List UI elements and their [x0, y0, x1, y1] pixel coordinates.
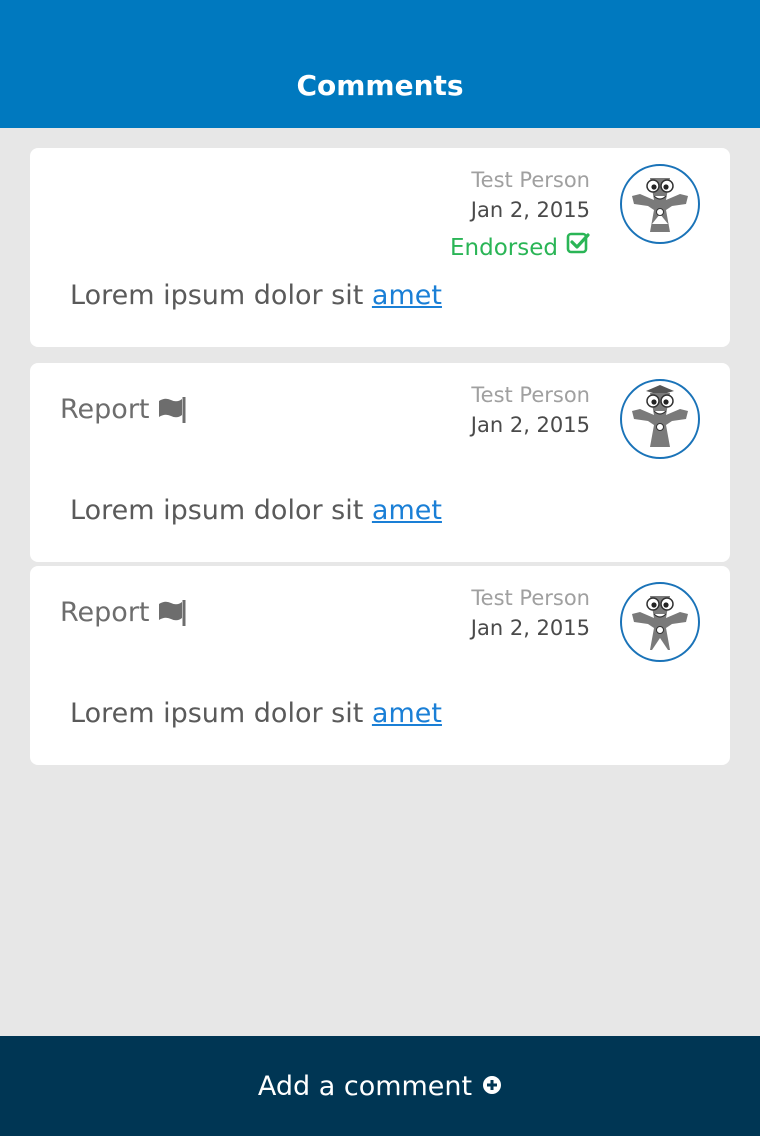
comment-date: Jan 2, 2015: [470, 413, 590, 437]
comment-card: Report Test Person Jan 2, 2015 Lorem ips…: [30, 363, 730, 562]
endorsed-label: Endorsed: [450, 235, 558, 261]
add-comment-label: Add a comment: [257, 1070, 473, 1102]
page-title: Comments: [296, 69, 464, 102]
comment-link[interactable]: amet: [372, 495, 442, 526]
check-square-icon: [566, 230, 590, 266]
comment-meta: Test Person Jan 2, 2015 Endorsed: [450, 166, 590, 266]
comment-text: Lorem ipsum dolor sit: [70, 495, 372, 526]
comment-card: Test Person Jan 2, 2015 Endorsed Lorem i…: [30, 148, 730, 347]
avatar[interactable]: [620, 379, 700, 459]
comment-body: Lorem ipsum dolor sit amet: [70, 493, 442, 529]
comment-author: Test Person: [471, 383, 590, 407]
comments-screen: Comments Test Person Jan 2, 2015 Endorse…: [0, 0, 760, 1136]
comment-link[interactable]: amet: [372, 698, 442, 729]
comment-author: Test Person: [471, 168, 590, 192]
comment-date: Jan 2, 2015: [470, 198, 590, 222]
avatar[interactable]: [620, 164, 700, 244]
comment-card: Report Test Person Jan 2, 2015 Lorem ips…: [30, 566, 730, 765]
plus-circle-icon: [482, 1071, 502, 1102]
report-label: Report: [60, 597, 150, 628]
comment-text: Lorem ipsum dolor sit: [70, 280, 372, 311]
comment-body: Lorem ipsum dolor sit amet: [70, 278, 442, 314]
comment-author: Test Person: [471, 586, 590, 610]
report-label: Report: [60, 394, 150, 425]
comment-text: Lorem ipsum dolor sit: [70, 698, 372, 729]
add-comment-button[interactable]: Add a comment: [0, 1036, 760, 1136]
page-header: Comments: [0, 0, 760, 128]
report-button[interactable]: Report: [60, 596, 186, 630]
comment-link[interactable]: amet: [372, 280, 442, 311]
flag-icon: [158, 397, 186, 423]
comment-date: Jan 2, 2015: [470, 616, 590, 640]
comment-meta: Test Person Jan 2, 2015: [471, 381, 590, 441]
flag-icon: [158, 600, 186, 626]
report-button[interactable]: Report: [60, 393, 186, 427]
comment-meta: Test Person Jan 2, 2015: [471, 584, 590, 644]
avatar[interactable]: [620, 582, 700, 662]
endorsed-badge: Endorsed: [450, 230, 590, 266]
comment-body: Lorem ipsum dolor sit amet: [70, 696, 442, 732]
